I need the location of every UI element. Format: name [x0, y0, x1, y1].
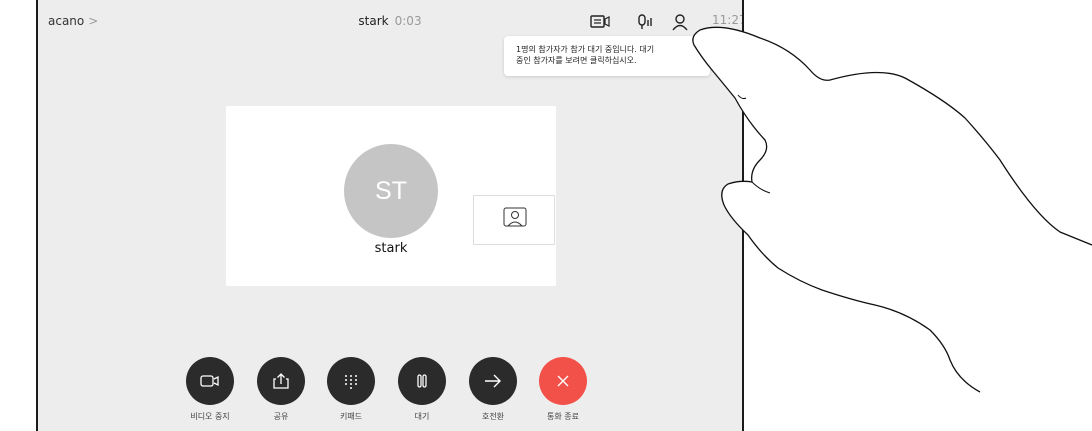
waiting-participant-tooltip[interactable]: 1명의 참가자가 참가 대기 중입니다. 대기 중인 참가자를 보려면 클릭하십…: [504, 36, 710, 76]
share-label: 공유: [273, 412, 289, 421]
self-view-person-icon: [503, 207, 527, 227]
tooltip-line-2: 중인 참가자를 보려면 클릭하십시오.: [516, 56, 637, 65]
hold-button[interactable]: 대기: [392, 357, 452, 422]
participant-icon[interactable]: [670, 12, 692, 32]
stop-video-label: 비디오 중지: [190, 412, 230, 421]
share-icon: [257, 357, 305, 405]
close-icon: [539, 357, 587, 405]
transfer-button[interactable]: 호전환: [463, 357, 523, 422]
call-duration: 0:03: [394, 14, 422, 28]
self-view[interactable]: [473, 195, 555, 245]
keypad-label: 키패드: [339, 412, 363, 421]
stop-video-button[interactable]: 비디오 중지: [180, 357, 240, 422]
avatar: ST: [344, 144, 438, 238]
arrow-right-icon: [469, 357, 517, 405]
keypad-button[interactable]: 키패드: [321, 357, 381, 422]
transfer-label: 호전환: [481, 412, 505, 421]
layout-icon[interactable]: [589, 12, 611, 32]
clock: 11:27: [712, 13, 744, 27]
end-call-button[interactable]: 통화 종료: [533, 357, 593, 422]
keypad-icon: [327, 357, 375, 405]
share-button[interactable]: 공유: [251, 357, 311, 422]
pause-icon: [398, 357, 446, 405]
end-call-label: 통화 종료: [547, 412, 579, 421]
hold-label: 대기: [414, 412, 430, 421]
tooltip-line-1: 1명의 참가자가 참가 대기 중입니다. 대기: [516, 45, 655, 54]
video-camera-icon: [186, 357, 234, 405]
caller-name: stark: [358, 14, 389, 28]
microphone-status-icon[interactable]: [634, 12, 656, 32]
touch-panel-screen: acano > stark 0:03 11:27 1명의 참가자가 참가 대기 …: [36, 0, 744, 431]
participant-card: ST stark: [226, 106, 556, 286]
